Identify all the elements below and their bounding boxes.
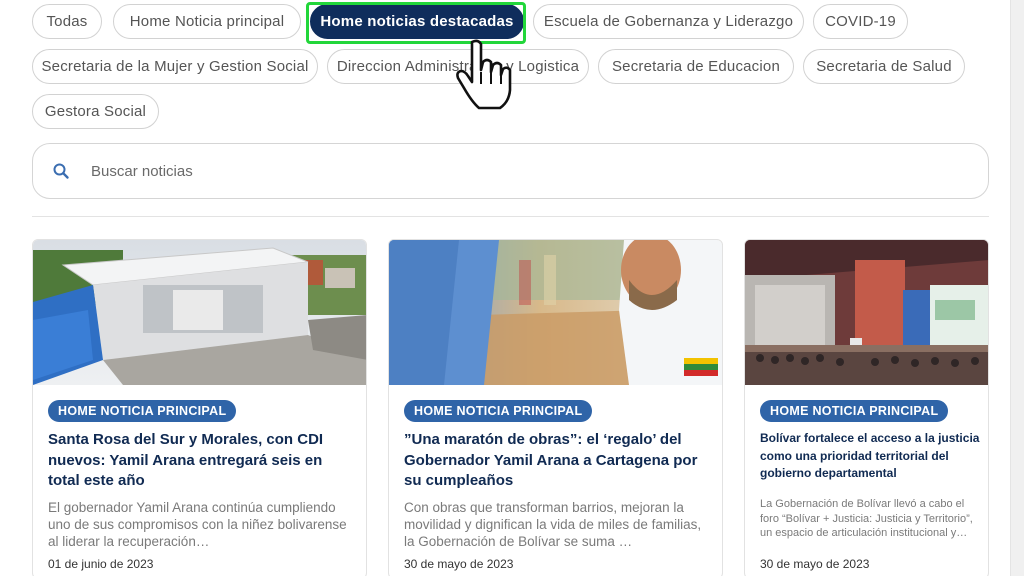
news-title[interactable]: Santa Rosa del Sur y Morales, con CDI nu… <box>48 430 348 492</box>
filter-chip-home-noticias-destacadas[interactable]: Home noticias destacadas <box>310 4 524 39</box>
category-tag[interactable]: HOME NOTICIA PRINCIPAL <box>760 400 949 422</box>
category-tag[interactable]: HOME NOTICIA PRINCIPAL <box>404 400 593 422</box>
news-card[interactable]: HOME NOTICIA PRINCIPAL Bolívar fortalece… <box>744 239 989 576</box>
filter-chip-secretaria-educacion[interactable]: Secretaria de Educacion <box>598 49 794 84</box>
news-title[interactable]: ”Una maratón de obras”: el ‘regalo’ del … <box>404 430 704 492</box>
filter-chip-gestora-social[interactable]: Gestora Social <box>32 94 159 129</box>
filter-chip-direccion-administrativa[interactable]: Direccion Administrativa y Logistica <box>327 49 589 84</box>
search-input[interactable] <box>91 144 971 198</box>
category-tag[interactable]: HOME NOTICIA PRINCIPAL <box>48 400 237 422</box>
news-card[interactable]: HOME NOTICIA PRINCIPAL Santa Rosa del Su… <box>32 239 367 576</box>
news-card-image[interactable] <box>389 240 722 385</box>
filter-chip-home-noticia-principal[interactable]: Home Noticia principal <box>113 4 301 39</box>
news-card-image[interactable] <box>33 240 366 385</box>
news-page: Todas Home Noticia principal Home notici… <box>0 0 1024 576</box>
search-box[interactable] <box>32 143 989 199</box>
news-title[interactable]: Bolívar fortalece el acceso a la justici… <box>760 430 980 483</box>
filter-chip-covid-19[interactable]: COVID-19 <box>813 4 908 39</box>
news-card[interactable]: HOME NOTICIA PRINCIPAL ”Una maratón de o… <box>388 239 723 576</box>
scrollbar[interactable] <box>1010 0 1024 576</box>
news-card-image[interactable] <box>745 240 988 385</box>
news-date: 30 de mayo de 2023 <box>760 557 870 571</box>
filter-chip-todas[interactable]: Todas <box>32 4 102 39</box>
news-excerpt: La Gobernación de Bolívar llevó a cabo e… <box>760 498 973 539</box>
search-icon <box>53 163 69 179</box>
filter-chip-escuela-gobernanza[interactable]: Escuela de Gobernanza y Liderazgo <box>533 4 804 39</box>
news-excerpt: Con obras que transforman barrios, mejor… <box>404 500 702 549</box>
filter-chip-secretaria-salud[interactable]: Secretaria de Salud <box>803 49 965 84</box>
news-date: 30 de mayo de 2023 <box>404 557 514 571</box>
news-date: 01 de junio de 2023 <box>48 557 154 571</box>
filter-chip-secretaria-mujer[interactable]: Secretaria de la Mujer y Gestion Social <box>32 49 318 84</box>
news-excerpt: El gobernador Yamil Arana continúa cumpl… <box>48 500 347 549</box>
divider <box>32 216 989 217</box>
